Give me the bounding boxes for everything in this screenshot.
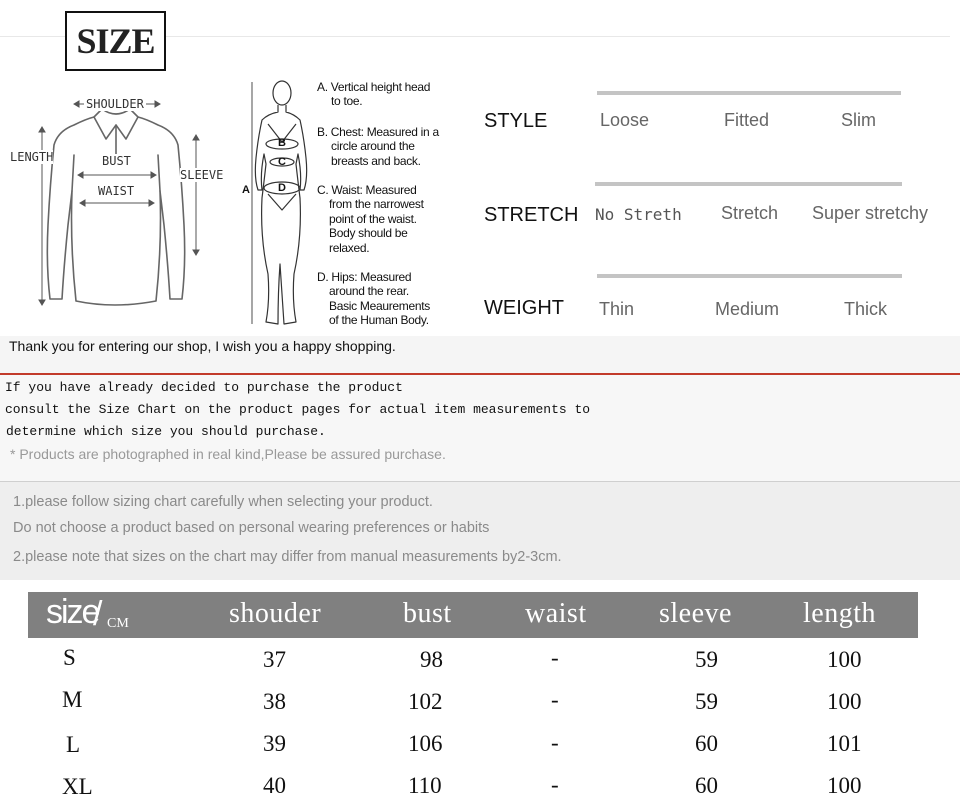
measure-note-title: D. Hips: Measured xyxy=(317,270,412,284)
shouder-cell: 40 xyxy=(263,773,286,798)
size-cell: L xyxy=(66,732,81,757)
measure-note-body: circle around the breasts and back. xyxy=(331,139,421,168)
size-cell: S xyxy=(63,645,76,670)
weight-scale-bar xyxy=(597,274,902,278)
length-cell: 100 xyxy=(827,647,862,672)
sleeve-cell: 60 xyxy=(695,731,718,756)
waist-label: WAIST xyxy=(96,184,137,198)
style-option-loose: Loose xyxy=(600,110,650,130)
purchase-line: consult the Size Chart on the product pa… xyxy=(5,402,591,417)
measure-note-title: B. Chest: Measured in a xyxy=(317,125,439,139)
waist-cell: - xyxy=(551,772,559,797)
sizing-tip: 1.please follow sizing chart carefully w… xyxy=(13,494,433,510)
dress-diagram xyxy=(38,100,200,306)
bust-label: BUST xyxy=(100,154,133,168)
sleeve-cell: 60 xyxy=(695,773,718,798)
stretch-scale-bar xyxy=(595,182,902,186)
bust-cell: 106 xyxy=(408,731,443,756)
column-header-sleeve: sleeve xyxy=(659,598,732,629)
measure-note-body: around the rear. Basic Meaurements of th… xyxy=(329,284,430,328)
figure-label-c: C xyxy=(278,156,286,168)
sleeve-cell: 59 xyxy=(695,647,718,672)
stretch-option-stretch: Stretch xyxy=(721,203,779,223)
style-option-slim: Slim xyxy=(841,110,876,130)
style-label: STYLE xyxy=(484,110,548,132)
measure-note-c: C. Waist: Measured from the narrowest po… xyxy=(317,183,452,256)
figure-label-a: A xyxy=(242,184,250,196)
products-note: * Products are photographed in real kind… xyxy=(10,446,446,462)
style-option-fitted: Fitted xyxy=(724,110,770,130)
measure-note-body: to toe. xyxy=(331,94,363,108)
size-cell: XL xyxy=(62,774,93,799)
table-row: XL 40 110 - 60 100 xyxy=(0,772,960,802)
shouder-cell: 37 xyxy=(263,647,286,672)
table-row: L 39 106 - 60 101 xyxy=(0,730,960,760)
length-cell: 100 xyxy=(827,689,862,714)
size-column-header: size xyxy=(46,593,100,631)
figure-label-d: D xyxy=(278,182,286,194)
length-cell: 101 xyxy=(827,731,862,756)
waist-cell: - xyxy=(551,645,559,670)
purchase-line: If you have already decided to purchase … xyxy=(5,380,403,395)
sizing-tip: 2.please note that sizes on the chart ma… xyxy=(13,549,562,565)
column-header-waist: waist xyxy=(525,598,587,629)
style-scale-bar xyxy=(597,91,901,95)
table-row: S 37 98 - 59 100 xyxy=(0,645,960,675)
thank-you-text: Thank you for entering our shop, I wish … xyxy=(9,338,396,354)
sizing-tip: Do not choose a product based on persona… xyxy=(13,520,490,536)
measure-note-title: C. Waist: Measured xyxy=(317,183,417,197)
measure-note-body: from the narrowest point of the waist. B… xyxy=(329,197,424,256)
shouder-cell: 38 xyxy=(263,689,286,714)
bust-cell: 98 xyxy=(420,647,443,672)
measure-note-d: D. Hips: Measured around the rear. Basic… xyxy=(317,270,452,328)
size-cell: M xyxy=(62,687,83,712)
waist-cell: - xyxy=(551,730,559,755)
stretch-option-none: No Streth xyxy=(595,205,682,224)
measure-note-a: A. Vertical height head to toe. xyxy=(317,80,452,109)
shouder-cell: 39 xyxy=(263,731,286,756)
measure-note-title: A. Vertical height head xyxy=(317,80,431,94)
stretch-label: STRETCH xyxy=(484,204,579,226)
column-header-shouder: shouder xyxy=(229,598,322,629)
bust-cell: 110 xyxy=(408,773,442,798)
sleeve-cell: 59 xyxy=(695,689,718,714)
weight-option-medium: Medium xyxy=(715,299,780,319)
sleeve-label: SLEEVE xyxy=(180,168,224,182)
weight-option-thick: Thick xyxy=(844,299,888,319)
purchase-line: determine which size you should purchase… xyxy=(6,424,326,439)
column-header-bust: bust xyxy=(403,598,452,629)
table-row: M 38 102 - 59 100 xyxy=(0,687,960,717)
size-table-header xyxy=(28,592,918,638)
bust-cell: 102 xyxy=(408,689,443,714)
figure-label-b: B xyxy=(278,137,286,149)
stretch-option-super: Super stretchy xyxy=(812,203,929,223)
weight-option-thin: Thin xyxy=(599,299,635,319)
size-title: SIZE xyxy=(65,11,166,71)
shoulder-label: SHOULDER xyxy=(84,97,146,111)
unit-label: CM xyxy=(107,616,129,631)
body-figure-diagram xyxy=(251,80,308,325)
size-header-slash: / xyxy=(93,595,103,633)
column-header-length: length xyxy=(803,598,876,629)
measure-note-b: B. Chest: Measured in a circle around th… xyxy=(317,125,452,168)
weight-label: WEIGHT xyxy=(484,297,564,319)
waist-cell: - xyxy=(551,687,559,712)
length-label: LENGTH xyxy=(10,150,54,164)
length-cell: 100 xyxy=(827,773,862,798)
